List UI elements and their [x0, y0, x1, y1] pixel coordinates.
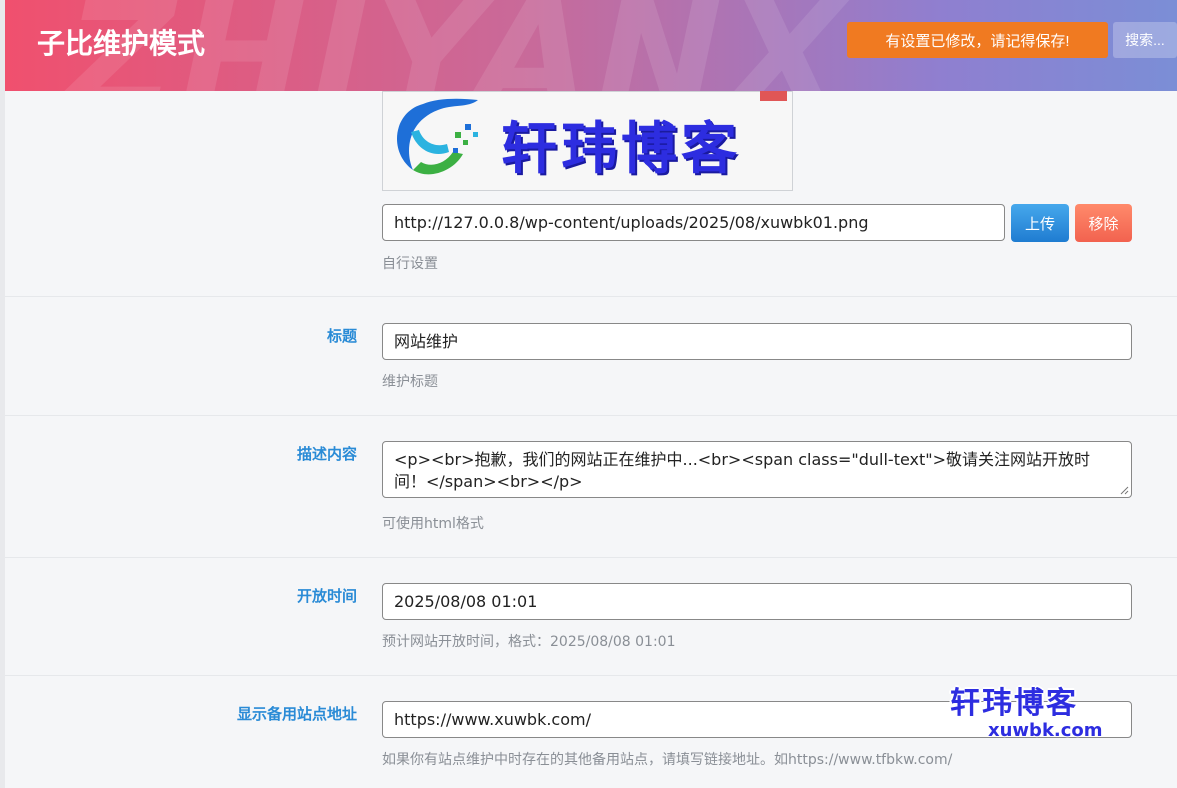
open-time-help-text: 预计网站开放时间，格式：2025/08/08 01:01 — [382, 634, 676, 650]
logo-text: 轩玮博客 — [501, 117, 741, 182]
title-input[interactable]: 网站维护 — [382, 323, 1132, 360]
open-time-setting-row: 开放时间 2025/08/08 01:01 预计网站开放时间，格式：2025/0… — [5, 558, 1177, 676]
logo-url-input[interactable]: http://127.0.0.8/wp-content/uploads/2025… — [382, 204, 1005, 241]
resize-handle-icon[interactable] — [1120, 486, 1129, 495]
search-button[interactable]: 搜索... — [1113, 22, 1177, 58]
description-setting-row: 描述内容 <p><br>抱歉，我们的网站正在维护中...<br><span cl… — [5, 416, 1177, 558]
app-header: ZHIYANX 子比维护模式 有设置已修改，请记得保存! 搜索... — [5, 0, 1177, 91]
logo-help-text: 自行设置 — [382, 256, 438, 272]
title-label: 标题 — [326, 327, 357, 345]
open-time-label: 开放时间 — [296, 587, 357, 605]
logo-preview: 轩玮博客 — [382, 91, 793, 191]
description-text: <p><br>抱歉，我们的网站正在维护中...<br><span class="… — [394, 450, 1091, 491]
backup-site-help-text: 如果你有站点维护中时存在的其他备用站点，请填写链接地址。如https://www… — [382, 752, 953, 768]
title-help-text: 维护标题 — [382, 374, 438, 390]
logo-setting-row: 轩玮博客 http://127.0.0.8/wp-content/uploads… — [5, 91, 1177, 297]
watermark-title: 轩玮博客 — [950, 686, 1078, 721]
watermark-domain: xuwbk.com — [988, 720, 1103, 741]
page-title: 子比维护模式 — [37, 27, 206, 60]
description-help-text: 可使用html格式 — [382, 516, 484, 532]
save-notice-button[interactable]: 有设置已修改，请记得保存! — [847, 22, 1108, 58]
upload-button[interactable]: 上传 — [1011, 204, 1069, 242]
site-watermark: 轩玮博客 xuwbk.com — [950, 678, 1165, 748]
description-textarea[interactable]: <p><br>抱歉，我们的网站正在维护中...<br><span class="… — [382, 441, 1132, 498]
title-setting-row: 标题 网站维护 维护标题 — [5, 297, 1177, 416]
logo-close-icon[interactable] — [760, 91, 787, 101]
description-label: 描述内容 — [296, 445, 357, 463]
backup-site-label: 显示备用站点地址 — [236, 705, 357, 723]
remove-button[interactable]: 移除 — [1075, 204, 1132, 242]
open-time-input[interactable]: 2025/08/08 01:01 — [382, 583, 1132, 620]
